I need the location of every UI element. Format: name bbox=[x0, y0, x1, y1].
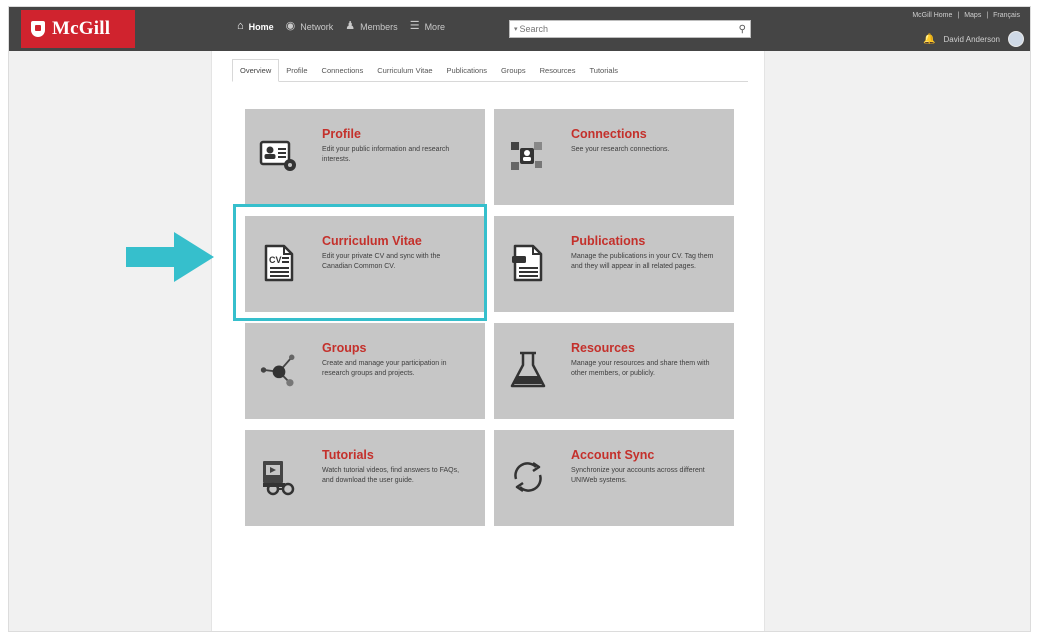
card-description: Synchronize your accounts across differe… bbox=[571, 467, 705, 484]
profile-card-icon bbox=[259, 135, 299, 177]
card-title: Connections bbox=[571, 127, 647, 141]
card-title: Profile bbox=[322, 127, 361, 141]
search-box: ▾ ⚲ bbox=[509, 20, 751, 38]
arrow-right-icon bbox=[126, 232, 214, 282]
separator: | bbox=[957, 12, 960, 19]
tab-tutorials[interactable]: Tutorials bbox=[582, 66, 624, 81]
link-francais[interactable]: Français bbox=[993, 12, 1020, 19]
search-icon[interactable]: ⚲ bbox=[739, 24, 746, 35]
nav-members-label: Members bbox=[360, 21, 398, 32]
card-description: Watch tutorial videos, find answers to F… bbox=[322, 467, 460, 484]
separator: | bbox=[986, 12, 989, 19]
caret-down-icon[interactable]: ▾ bbox=[514, 25, 518, 33]
nav-home[interactable]: ⌂ Home bbox=[237, 21, 274, 32]
sync-icon bbox=[508, 456, 548, 498]
avatar[interactable] bbox=[1008, 31, 1024, 47]
tab-overview[interactable]: Overview bbox=[232, 59, 280, 82]
main-content: Overview Profile Connections Curriculum … bbox=[211, 51, 765, 631]
card-publications[interactable]: Publications Manage the publications in … bbox=[494, 216, 734, 312]
utility-links: McGill Home | Maps | Français bbox=[912, 12, 1020, 19]
user-area: 🔔 David Anderson bbox=[923, 31, 1024, 47]
nav-more-label: More bbox=[424, 21, 446, 32]
top-navigation-bar: McGill ⌂ Home ◉ Network ♟ Members ☰ More… bbox=[9, 7, 1030, 51]
nav-home-label: Home bbox=[248, 21, 274, 32]
card-description: See your research connections. bbox=[571, 146, 670, 153]
user-name[interactable]: David Anderson bbox=[944, 35, 1000, 44]
card-title: Groups bbox=[322, 341, 367, 355]
link-mcgill-home[interactable]: McGill Home bbox=[912, 12, 952, 19]
card-tutorials[interactable]: Tutorials Watch tutorial videos, find an… bbox=[245, 430, 485, 526]
network-icon: ◉ bbox=[285, 20, 296, 32]
tutorials-icon bbox=[259, 456, 299, 498]
section-tabs: Overview Profile Connections Curriculum … bbox=[232, 59, 748, 82]
tab-resources[interactable]: Resources bbox=[533, 66, 583, 81]
tab-profile[interactable]: Profile bbox=[279, 66, 314, 81]
shield-icon bbox=[31, 21, 45, 37]
nav-more[interactable]: ☰ More bbox=[410, 21, 445, 32]
bell-icon[interactable]: 🔔 bbox=[923, 34, 935, 45]
publication-document-icon bbox=[508, 242, 548, 284]
connections-icon bbox=[508, 135, 548, 177]
app-window: McGill ⌂ Home ◉ Network ♟ Members ☰ More… bbox=[8, 6, 1031, 632]
members-icon: ♟ bbox=[345, 20, 356, 32]
tab-curriculum-vitae[interactable]: Curriculum Vitae bbox=[370, 66, 439, 81]
tab-publications[interactable]: Publications bbox=[440, 66, 494, 81]
card-description: Create and manage your participation in … bbox=[322, 360, 447, 377]
menu-icon: ☰ bbox=[409, 20, 420, 32]
card-groups[interactable]: Groups Create and manage your participat… bbox=[245, 323, 485, 419]
highlight-frame bbox=[233, 204, 487, 321]
link-maps[interactable]: Maps bbox=[964, 12, 981, 19]
horizontal-scrollbar[interactable] bbox=[29, 631, 1031, 632]
tab-connections[interactable]: Connections bbox=[315, 66, 371, 81]
groups-network-icon bbox=[259, 349, 299, 391]
flask-icon bbox=[508, 349, 548, 391]
nav-members[interactable]: ♟ Members bbox=[345, 21, 397, 32]
home-icon: ⌂ bbox=[237, 20, 244, 32]
card-profile[interactable]: Profile Edit your public information and… bbox=[245, 109, 485, 205]
search-input[interactable] bbox=[519, 24, 739, 34]
main-nav: ⌂ Home ◉ Network ♟ Members ☰ More bbox=[237, 21, 445, 32]
card-resources[interactable]: Resources Manage your resources and shar… bbox=[494, 323, 734, 419]
tab-groups[interactable]: Groups bbox=[494, 66, 533, 81]
card-title: Publications bbox=[571, 234, 646, 248]
nav-network[interactable]: ◉ Network bbox=[286, 21, 334, 32]
card-title: Account Sync bbox=[571, 448, 655, 462]
mcgill-logo[interactable]: McGill bbox=[21, 10, 135, 48]
card-connections[interactable]: Connections See your research connection… bbox=[494, 109, 734, 205]
card-description: Edit your public information and researc… bbox=[322, 146, 450, 163]
brand-name: McGill bbox=[52, 18, 111, 39]
card-description: Manage the publications in your CV. Tag … bbox=[571, 253, 714, 270]
card-title: Tutorials bbox=[322, 448, 374, 462]
card-title: Resources bbox=[571, 341, 635, 355]
card-description: Manage your resources and share them wit… bbox=[571, 360, 710, 377]
card-account-sync[interactable]: Account Sync Synchronize your accounts a… bbox=[494, 430, 734, 526]
nav-network-label: Network bbox=[300, 21, 334, 32]
